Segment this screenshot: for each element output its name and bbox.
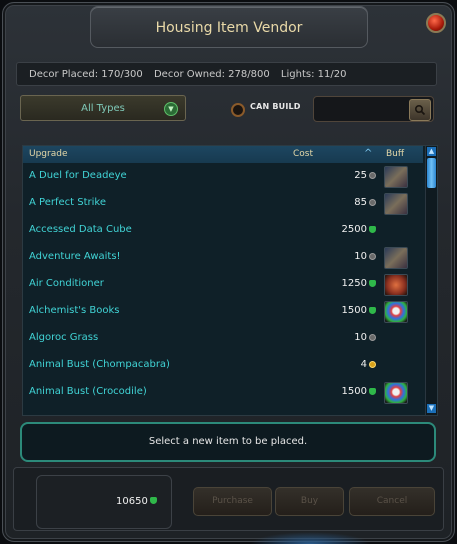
purchase-button[interactable]: Purchase [193,487,272,516]
search-button[interactable] [409,99,431,121]
close-button[interactable] [426,13,446,33]
list-item[interactable]: A Duel for Deadeye 25 [23,163,423,190]
green-renown-icon [150,497,157,504]
armor-icon [384,247,408,269]
green-renown-icon [369,280,376,287]
chevron-down-icon: ▼ [164,102,178,116]
list-item[interactable]: A Perfect Strike 85 [23,190,423,217]
item-name: Algoroc Grass [29,332,99,343]
item-cost: 1500 [341,386,367,397]
item-cost: 1250 [341,278,367,289]
bottom-glow-decoration [250,532,370,544]
item-cost: 25 [354,170,367,181]
sort-ascending-icon[interactable]: ^ [364,149,372,159]
decor-placed-stat: Decor Placed: 170/300 [29,69,143,80]
colorful-orb-icon [384,301,408,323]
gold-coin-icon [369,361,376,368]
green-renown-icon [369,388,376,395]
type-filter-dropdown[interactable]: All Types ▼ [20,95,186,121]
gray-coin-icon [369,334,376,341]
item-cost: 85 [354,197,367,208]
list-header: Upgrade Cost ^ Buff [23,146,423,163]
item-name: Air Conditioner [29,278,104,289]
list-item[interactable]: Algoroc Grass 10 [23,325,423,352]
lights-stat: Lights: 11/20 [280,69,347,80]
list-item[interactable]: Animal Bust (Crocodile) 1500 [23,379,423,406]
item-cost: 10 [354,251,367,262]
creature-icon [384,274,408,296]
decor-owned-stat: Decor Owned: 278/800 [153,69,270,80]
list-item[interactable]: Animal Bust (Chompacabra) 4 [23,352,423,379]
list-item[interactable]: Air Conditioner 1250 [23,271,423,298]
item-cost: 10 [354,332,367,343]
list-item[interactable]: Adventure Awaits! 10 [23,244,423,271]
item-name: A Duel for Deadeye [29,170,127,181]
gray-coin-icon [369,172,376,179]
item-cost: 4 [360,359,367,370]
can-build-label: CAN BUILD [250,102,301,111]
type-filter-value: All Types [81,103,125,114]
item-name: Animal Bust (Crocodile) [29,386,147,397]
currency-amount: 10650 [116,496,148,507]
can-build-checkbox[interactable] [231,103,245,117]
green-renown-icon [369,307,376,314]
item-cost: 2500 [341,224,367,235]
cancel-button[interactable]: Cancel [349,487,435,516]
gray-coin-icon [369,253,376,260]
column-header-buff[interactable]: Buff [386,149,404,159]
scrollbar[interactable]: ▲ ▼ [425,146,437,415]
column-header-cost[interactable]: Cost [293,149,313,159]
buy-button[interactable]: Buy [275,487,344,516]
scroll-thumb[interactable] [427,158,436,188]
item-list: Upgrade Cost ^ Buff A Duel for Deadeye 25… [22,145,438,416]
item-name: Accessed Data Cube [29,224,132,235]
gray-coin-icon [369,199,376,206]
green-renown-icon [369,226,376,233]
item-name: Alchemist's Books [29,305,120,316]
search-icon [414,104,426,116]
search-box [313,96,434,122]
scroll-down-icon[interactable]: ▼ [427,404,436,413]
item-rows: A Duel for Deadeye 25 A Perfect Strike 85 Ac… [23,163,423,415]
decor-stats-bar: Decor Placed: 170/300 Decor Owned: 278/8… [16,62,437,86]
search-input[interactable] [318,100,410,120]
column-header-upgrade[interactable]: Upgrade [29,149,67,159]
status-message: Select a new item to be placed. [20,422,436,462]
item-name: A Perfect Strike [29,197,106,208]
item-name: Animal Bust (Chompacabra) [29,359,170,370]
armor-icon [384,193,408,215]
window-title: Housing Item Vendor [90,6,368,48]
item-name: Adventure Awaits! [29,251,121,262]
list-item[interactable]: Accessed Data Cube 2500 [23,217,423,244]
list-item[interactable]: Alchemist's Books 1500 [23,298,423,325]
scroll-up-icon[interactable]: ▲ [427,147,436,156]
colorful-orb-icon [384,382,408,404]
armor-icon [384,166,408,188]
item-cost: 1500 [341,305,367,316]
